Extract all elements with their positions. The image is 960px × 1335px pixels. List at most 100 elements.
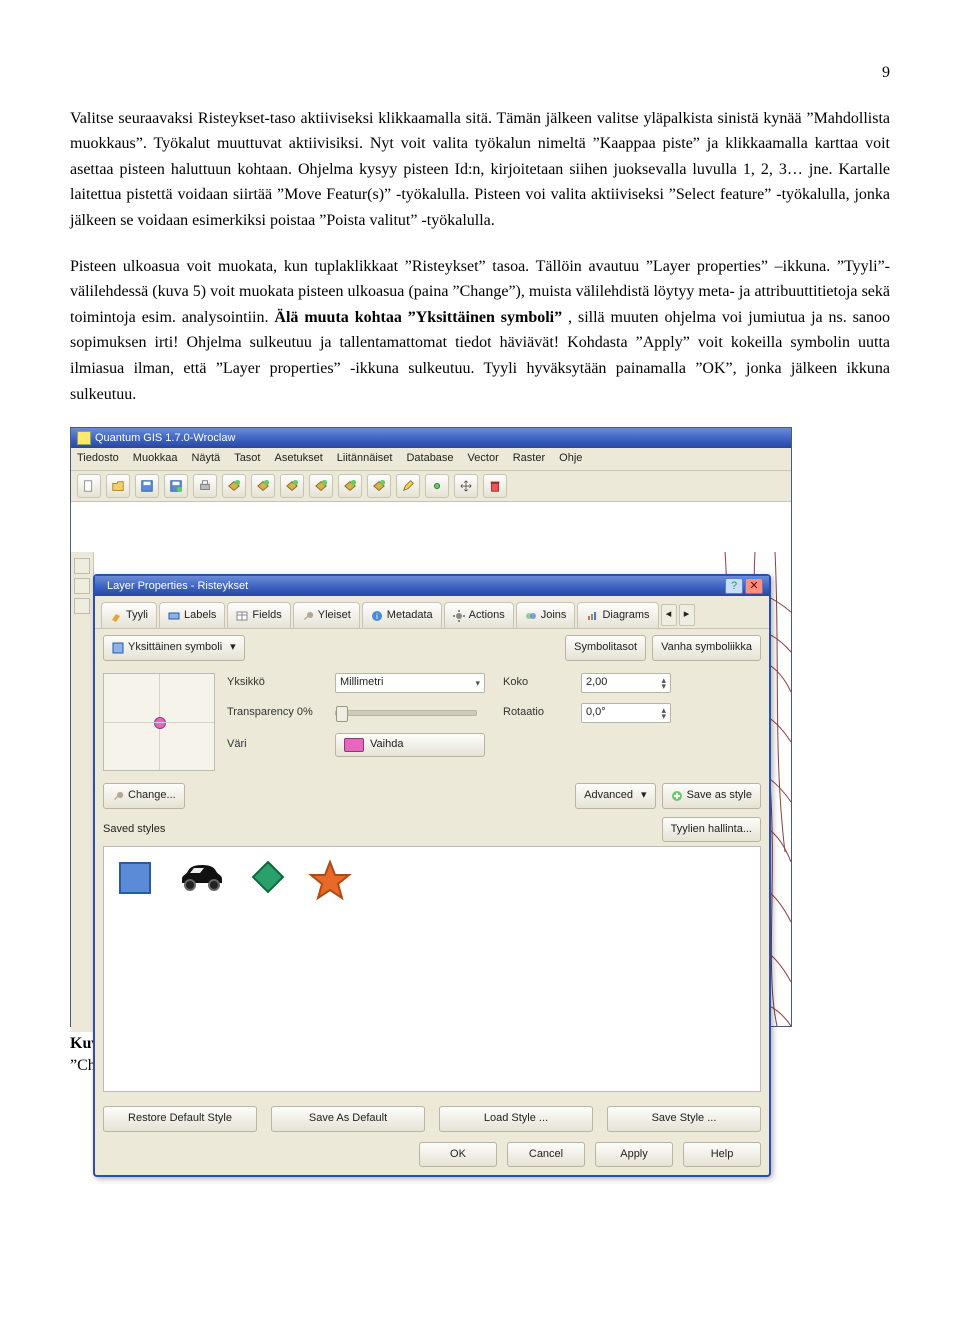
label-icon — [168, 610, 180, 622]
tb-layer2-icon[interactable] — [251, 474, 275, 498]
tb-edit-pencil-icon[interactable] — [396, 474, 420, 498]
tab-labels-label: Labels — [184, 607, 216, 625]
label-transparency: Transparency 0% — [227, 704, 317, 722]
menu-raster[interactable]: Raster — [513, 450, 545, 468]
menu-asetukset[interactable]: Asetukset — [274, 450, 322, 468]
slider-thumb-icon — [336, 706, 348, 722]
unit-combo[interactable]: Millimetri ▾ — [335, 673, 485, 693]
chevron-down-icon: ▾ — [230, 639, 236, 657]
tb-move-icon[interactable] — [454, 474, 478, 498]
label-unit: Yksikkö — [227, 674, 317, 692]
tb-capture-icon[interactable] — [425, 474, 449, 498]
qgis-window: Quantum GIS 1.7.0-Wroclaw Tiedosto Muokk… — [70, 427, 792, 1027]
save-as-style-button[interactable]: Save as style — [662, 783, 761, 809]
chart-icon — [586, 610, 598, 622]
tb-layer1-icon[interactable] — [222, 474, 246, 498]
size-spinner[interactable]: 2,00 ▴▾ — [581, 673, 671, 693]
style-square-icon[interactable] — [116, 859, 154, 897]
qgis-title-text: Quantum GIS 1.7.0-Wroclaw — [95, 428, 235, 448]
tab-labels[interactable]: Labels — [159, 602, 225, 629]
tb-delete-icon[interactable] — [483, 474, 507, 498]
wrench-icon — [112, 790, 124, 802]
tb-layer6-icon[interactable] — [367, 474, 391, 498]
apply-button[interactable]: Apply — [595, 1142, 673, 1168]
saved-styles-list[interactable] — [103, 846, 761, 1092]
tb-layer5-icon[interactable] — [338, 474, 362, 498]
menu-nayta[interactable]: Näytä — [191, 450, 220, 468]
menu-tasot[interactable]: Tasot — [234, 450, 260, 468]
menu-muokkaa[interactable]: Muokkaa — [133, 450, 178, 468]
rotation-value: 0,0° — [586, 704, 606, 722]
panel-btn-2[interactable] — [74, 578, 90, 594]
tabs-scroll-left-icon[interactable]: ◂ — [661, 604, 677, 626]
size-value: 2,00 — [586, 674, 607, 692]
help-button[interactable]: Help — [683, 1142, 761, 1168]
advanced-button[interactable]: Advanced ▾ — [575, 783, 655, 809]
symbol-preview-point-icon — [154, 717, 166, 729]
paragraph-2-bold: Älä muuta kohtaa ”Yksittäinen symboli” — [274, 309, 562, 326]
qgis-app-icon — [77, 431, 91, 445]
tb-saveas-icon[interactable] — [164, 474, 188, 498]
tb-layer3-icon[interactable] — [280, 474, 304, 498]
menu-database[interactable]: Database — [406, 450, 453, 468]
saved-styles-label: Saved styles — [103, 821, 165, 839]
cancel-button[interactable]: Cancel — [507, 1142, 585, 1168]
ok-button[interactable]: OK — [419, 1142, 497, 1168]
old-symbology-button[interactable]: Vanha symboliikka — [652, 635, 761, 661]
style-diamond-icon[interactable] — [250, 859, 286, 895]
help-icon[interactable]: ? — [725, 578, 743, 594]
tab-tyyli[interactable]: Tyyli — [101, 602, 157, 629]
info-icon: i — [371, 610, 383, 622]
style-star-icon[interactable] — [308, 859, 352, 903]
color-change-button[interactable]: Vaihda — [335, 733, 485, 757]
tab-yleiset[interactable]: Yleiset — [293, 602, 360, 629]
restore-default-button[interactable]: Restore Default Style — [103, 1106, 257, 1132]
transparency-slider[interactable] — [335, 710, 477, 716]
save-default-button[interactable]: Save As Default — [271, 1106, 425, 1132]
menu-tiedosto[interactable]: Tiedosto — [77, 450, 119, 468]
change-button[interactable]: Change... — [103, 783, 185, 809]
unit-combo-value: Millimetri — [340, 674, 383, 692]
tb-open-icon[interactable] — [106, 474, 130, 498]
spinner-buttons-icon: ▴▾ — [661, 707, 666, 719]
close-icon[interactable]: ✕ — [745, 578, 763, 594]
chevron-down-icon: ▾ — [641, 787, 647, 805]
qgis-menubar: Tiedosto Muokkaa Näytä Tasot Asetukset L… — [71, 448, 791, 471]
tab-diagrams-label: Diagrams — [602, 607, 649, 625]
symbol-preview — [103, 673, 215, 771]
table-icon — [236, 610, 248, 622]
symbol-mode-button[interactable]: Yksittäinen symboli ▾ — [103, 635, 245, 661]
join-icon — [525, 610, 537, 622]
svg-text:i: i — [376, 612, 378, 621]
save-style-button[interactable]: Save Style ... — [607, 1106, 761, 1132]
symbol-property-grid: Yksikkö Millimetri ▾ Koko 2,00 ▴▾ Transp… — [227, 673, 761, 757]
tab-joins-label: Joins — [541, 607, 567, 625]
tb-print-icon[interactable] — [193, 474, 217, 498]
load-style-button[interactable]: Load Style ... — [439, 1106, 593, 1132]
panel-btn-1[interactable] — [74, 558, 90, 574]
tab-metadata[interactable]: i Metadata — [362, 602, 442, 629]
tab-diagrams[interactable]: Diagrams — [577, 602, 658, 629]
dialog-tabs: Tyyli Labels Fields Yleiset — [95, 596, 769, 630]
color-change-label: Vaihda — [370, 736, 403, 754]
wrench-icon — [302, 610, 314, 622]
tb-new-icon[interactable] — [77, 474, 101, 498]
tab-joins[interactable]: Joins — [516, 602, 576, 629]
style-car-icon[interactable] — [176, 859, 228, 893]
rotation-spinner[interactable]: 0,0° ▴▾ — [581, 703, 671, 723]
symbol-levels-button[interactable]: Symbolitasot — [565, 635, 646, 661]
label-size: Koko — [503, 674, 563, 692]
dialog-title-text: Layer Properties - Risteykset — [107, 576, 248, 596]
label-color: Väri — [227, 736, 317, 754]
style-manager-button[interactable]: Tyylien hallinta... — [662, 817, 761, 843]
menu-ohje[interactable]: Ohje — [559, 450, 582, 468]
tb-save-icon[interactable] — [135, 474, 159, 498]
menu-liitannaiset[interactable]: Liitännäiset — [337, 450, 393, 468]
qgis-titlebar: Quantum GIS 1.7.0-Wroclaw — [71, 428, 791, 448]
tabs-scroll-right-icon[interactable]: ▸ — [679, 604, 695, 626]
panel-btn-3[interactable] — [74, 598, 90, 614]
tab-fields[interactable]: Fields — [227, 602, 290, 629]
menu-vector[interactable]: Vector — [468, 450, 499, 468]
tb-layer4-icon[interactable] — [309, 474, 333, 498]
tab-actions[interactable]: Actions — [444, 602, 514, 629]
